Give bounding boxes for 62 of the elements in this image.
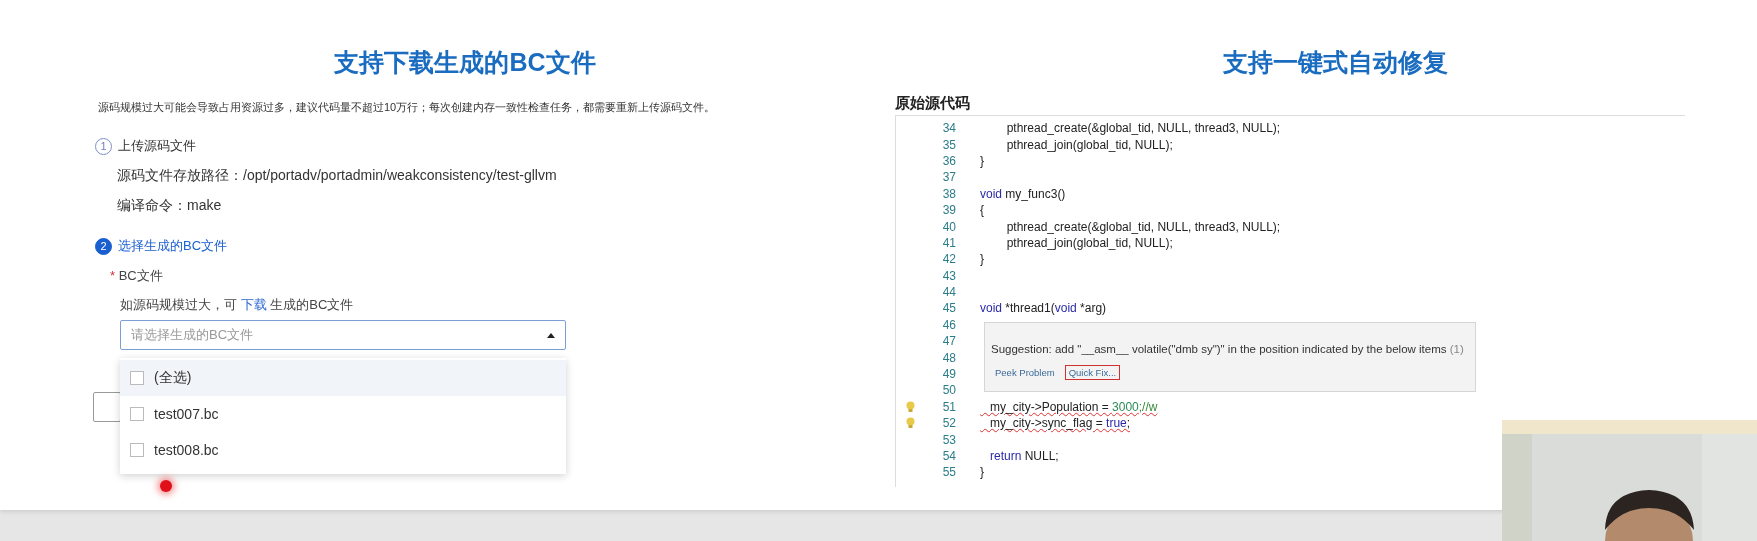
line-number: 38	[941, 186, 956, 201]
line-number: 40	[941, 219, 956, 234]
code-line: my_city->Population = 3000;//w	[989, 399, 1158, 414]
line-number: 54	[941, 449, 956, 463]
select-field[interactable]: 请选择生成的BC文件	[120, 320, 566, 350]
dropdown-option[interactable]: test007.bc	[120, 396, 566, 432]
line-number: 37	[941, 170, 956, 185]
cursor-dot-icon	[160, 480, 172, 492]
step-detail: 编译命令：make	[117, 197, 223, 215]
line-number: 34	[941, 121, 956, 136]
code-line: pthread_create(&global_tid, NULL, thread3, NULL);	[1005, 219, 1281, 234]
slide-title: 支持下载生成的BC文件	[333, 47, 597, 78]
dropdown-option[interactable]: test008.bc	[120, 432, 566, 468]
line-number: 35	[941, 137, 956, 152]
line-number: 53	[941, 432, 956, 447]
line-number: 39	[941, 203, 956, 218]
code-line: my_city->sync_flag = true;	[989, 416, 1131, 431]
step-detail: 源码文件存放路径：/opt/portadv/portadmin/weakconsistency/test-gllvm	[117, 167, 558, 185]
code-line: }	[980, 465, 984, 480]
step-label: 选择生成的BC文件	[118, 237, 228, 255]
code-line: }	[980, 153, 984, 168]
checkbox[interactable]	[130, 407, 144, 421]
lightbulb-icon[interactable]	[905, 417, 915, 430]
popup-action-link[interactable]: Quick Fix...	[1064, 365, 1121, 380]
caret-icon	[547, 332, 555, 338]
line-number: 45	[941, 301, 956, 316]
checkbox[interactable]	[130, 443, 144, 457]
line-number: 49	[941, 367, 956, 382]
code-line: void my_func3()	[980, 186, 1066, 201]
slide-title: 支持一键式自动修复	[1221, 47, 1449, 78]
line-number: 51	[941, 399, 956, 414]
line-number: 55	[941, 465, 956, 480]
code-line: pthread_join(global_tid, NULL);	[1005, 137, 1173, 152]
code-line: {	[980, 203, 984, 218]
checkbox[interactable]	[130, 371, 144, 385]
field-label: BC文件	[118, 268, 163, 283]
line-number: 46	[941, 317, 956, 332]
code-line: pthread_create(&global_tid, NULL, thread3, NULL);	[1005, 121, 1281, 136]
line-number: 48	[941, 350, 956, 365]
dropdown-option[interactable]: (全选)	[120, 360, 566, 396]
download-link[interactable]: 下载	[240, 297, 267, 312]
line-number: 44	[941, 285, 956, 300]
code-line: pthread_join(global_tid, NULL);	[1005, 235, 1173, 250]
line-number: 43	[941, 268, 956, 283]
line-number: 50	[941, 383, 956, 398]
step-number: 2	[95, 237, 112, 255]
suggestion-text: Suggestion: add "__asm__ volatile("dmb sy")" in the position indicated by the below items (1)	[991, 343, 1465, 355]
code-line: }	[980, 252, 984, 267]
code-line: void *thread1(void *arg)	[980, 301, 1107, 316]
line-number: 41	[941, 235, 956, 250]
line-number: 42	[941, 252, 956, 267]
lightbulb-icon[interactable]	[905, 400, 915, 413]
help-text: 如源码规模过大，可 下载 生成的BC文件	[120, 296, 355, 314]
line-number: 36	[941, 153, 956, 168]
step-label: 上传源码文件	[118, 137, 196, 155]
line-number: 47	[941, 334, 956, 349]
note-text: 源码规模过大可能会导致占用资源过多，建议代码量不超过10万行；每次创建内存一致性检查任务，都需要重新上传源码文件。	[98, 100, 717, 115]
popup-action-link[interactable]: Peek Problem	[991, 365, 1059, 380]
required-mark: *	[110, 268, 116, 283]
code-heading: 原始源代码	[895, 94, 971, 113]
line-number: 52	[941, 416, 956, 431]
code-line: return NULL;	[989, 449, 1059, 463]
